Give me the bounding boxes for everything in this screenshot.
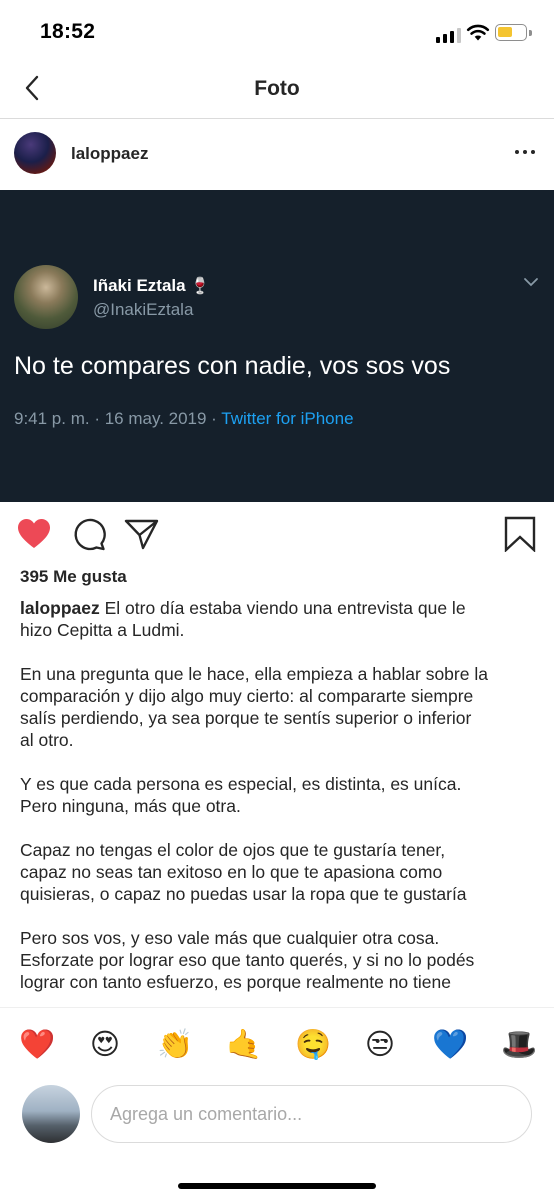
status-time: 18:52 [40,20,96,43]
emoji-drooling[interactable]: 🤤 [295,1028,331,1062]
comment-placeholder: Agrega un comentario... [110,1104,303,1124]
tweet-text: No te compares con nadie, vos sos vos [14,352,451,380]
nav-header: Foto [0,64,554,119]
tweet-handle: @InakiEztala [93,300,194,319]
wine-glass-icon: 🍷 [190,278,211,295]
caption-line: En una pregunta que le hace, ella empiez… [20,664,488,684]
tweet-meta: 9:41 p. m. · 16 may. 2019 · Twitter for … [14,409,354,429]
post-header: laloppaez [0,119,554,190]
emoji-blue-heart[interactable]: 💙 [432,1028,468,1062]
emoji-clapping[interactable]: 👏 [157,1028,193,1062]
heart-icon[interactable] [16,516,52,552]
more-dots-icon[interactable] [512,141,538,161]
emoji-call-me-hand[interactable]: 🤙 [226,1028,262,1062]
emoji-unamused[interactable]: 😒 [363,1028,397,1062]
status-bar: 18:52 [0,0,554,64]
caption-line: al otro. [20,730,74,750]
caption-line: Pero sos vos, y eso vale más que cualqui… [20,928,440,948]
emoji-heart-eyes[interactable]: 😍 [88,1028,122,1062]
caption-line: Capaz no tengas el color de ojos que te … [20,840,446,860]
tweet-date: 9:41 p. m. · 16 may. 2019 · [14,409,222,428]
battery-icon [495,24,527,41]
caption-line: Esforzate por lograr eso que tanto queré… [20,950,475,970]
tweet-avatar [14,265,78,329]
tweet-author-name: Iñaki Eztala 🍷 [93,276,210,296]
post-caption: laloppaez El otro día estaba viendo una … [20,597,540,1005]
caption-line: comparación y dijo algo muy cierto: al c… [20,686,474,706]
chevron-down-icon [524,278,538,287]
caption-line: hizo Cepitta a Ludmi. [20,620,185,640]
battery-cap [529,30,532,36]
wifi-icon [466,24,490,41]
caption-line: lograr con tanto esfuerzo, es porque rea… [20,972,451,992]
caption-line: salís perdiendo, ya sea porque te sentís… [20,708,472,728]
signal-icon [436,27,462,43]
tweet-source: Twitter for iPhone [221,409,354,428]
avatar[interactable] [14,132,56,174]
post-image[interactable]: Iñaki Eztala 🍷 @InakiEztala No te compar… [0,190,554,502]
tweet-name-text: Iñaki Eztala [93,276,186,295]
emoji-bar: ❤️ 😍 👏 🤙 🤤 😒 💙 🎩 [0,1007,554,1079]
action-bar [0,502,554,564]
comment-input[interactable]: Agrega un comentario... [91,1085,532,1143]
caption-line: capaz no seas tan exitoso en lo que te a… [20,862,443,882]
caption-username[interactable]: laloppaez [20,598,100,618]
caption-line: quisieras, o capaz no puedas usar la rop… [20,884,467,904]
post-username[interactable]: laloppaez [71,144,148,164]
likes-count[interactable]: 395 Me gusta [20,567,127,587]
comment-icon[interactable] [71,516,107,552]
share-icon[interactable] [124,516,160,552]
caption-line: Y es que cada persona es especial, es di… [20,774,462,794]
caption-line: El otro día estaba viendo una entrevista… [99,598,466,618]
home-indicator[interactable] [178,1183,376,1189]
caption-line: Pero ninguna, más que otra. [20,796,241,816]
emoji-top-hat[interactable]: 🎩 [501,1028,537,1062]
bookmark-icon[interactable] [502,516,538,552]
avatar [22,1085,80,1143]
comment-composer: Agrega un comentario... [0,1079,554,1200]
emoji-red-heart[interactable]: ❤️ [19,1028,55,1062]
page-title: Foto [254,77,300,100]
